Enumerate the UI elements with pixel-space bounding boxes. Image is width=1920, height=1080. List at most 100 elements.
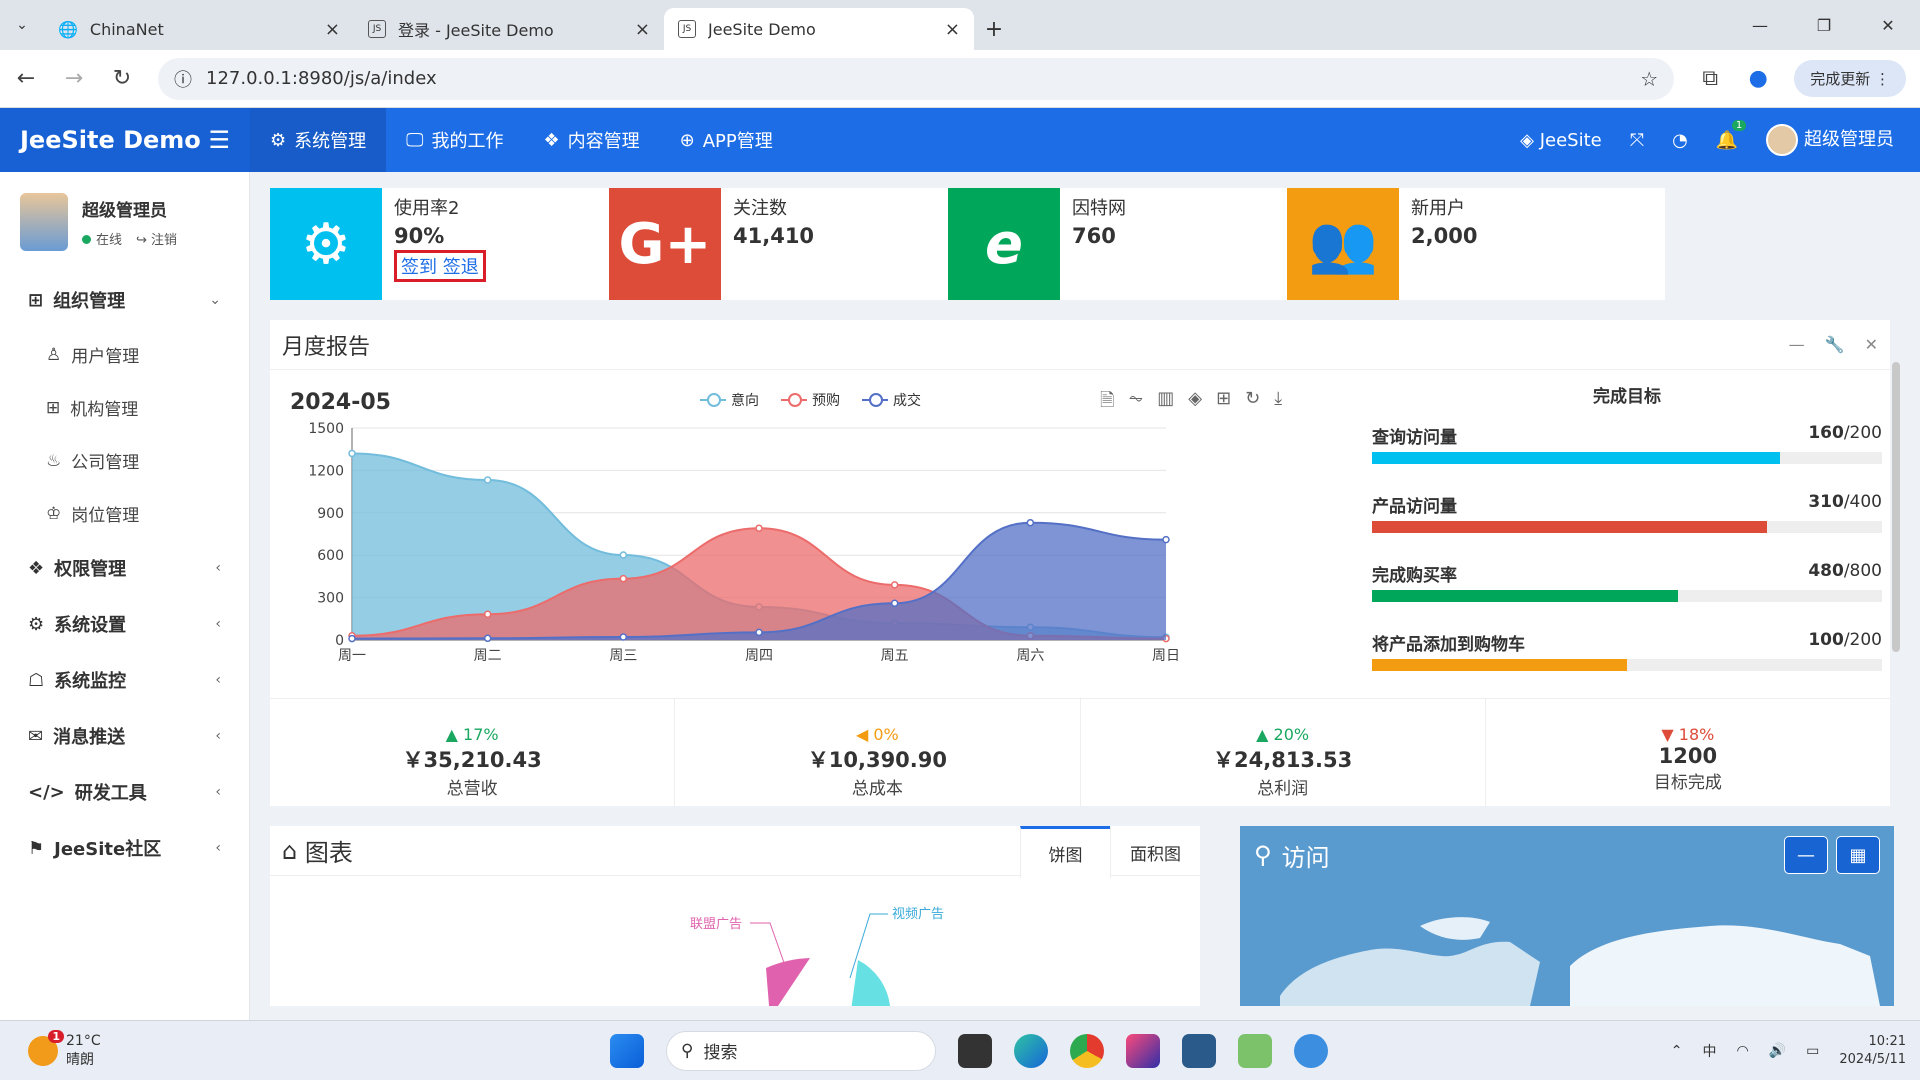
sidebar-group-settings[interactable]: ⚙ 系统设置 ‹: [0, 596, 249, 652]
forward-icon[interactable]: →: [62, 66, 86, 91]
collapse-button[interactable]: —: [1784, 836, 1828, 874]
browser-tab-jeesite[interactable]: JS JeeSite Demo ×: [664, 8, 974, 50]
fire-icon: ♨: [46, 450, 62, 471]
cubes-icon: ❖: [543, 129, 560, 151]
close-tab-icon[interactable]: ×: [325, 19, 340, 40]
tab-pie[interactable]: 饼图: [1020, 826, 1110, 878]
ime-indicator[interactable]: 中: [1702, 1041, 1716, 1061]
x-tick-label: 周一: [338, 648, 366, 664]
site-info-icon[interactable]: ⓘ: [174, 66, 192, 92]
download-icon[interactable]: ⤓: [1274, 388, 1282, 418]
sidebar-group-org[interactable]: ⊞ 组织管理 ⌄: [0, 272, 249, 328]
dashboard-icon[interactable]: ◔: [1672, 130, 1688, 151]
new-tab-button[interactable]: +: [974, 8, 1014, 50]
jeesite-link[interactable]: ◈ JeeSite: [1520, 130, 1602, 151]
start-icon[interactable]: [610, 1033, 644, 1068]
data-point: [890, 581, 899, 589]
sidebar-group-dev[interactable]: </> 研发工具 ‹: [0, 764, 249, 820]
sign-links: 签到 签退: [394, 250, 486, 282]
collapse-icon[interactable]: —: [1789, 335, 1805, 354]
close-tab-icon[interactable]: ×: [635, 19, 650, 40]
legend-item[interactable]: 预购: [781, 390, 840, 410]
sidebar-item-offices[interactable]: ⊞ 机构管理: [0, 381, 249, 434]
internet-explorer-icon: e: [948, 188, 1060, 300]
menu-toggle-icon[interactable]: ☰: [208, 126, 230, 154]
tab-search-chevron-icon[interactable]: ⌄: [0, 0, 44, 50]
user-menu[interactable]: 超级管理员: [1766, 124, 1894, 156]
nav-app[interactable]: ⊕ APP管理: [660, 108, 793, 172]
fullscreen-icon[interactable]: ⤧: [1630, 130, 1644, 151]
bookmark-star-icon[interactable]: ☆: [1640, 67, 1658, 91]
reload-icon[interactable]: ↻: [110, 66, 134, 91]
back-icon[interactable]: ←: [14, 66, 38, 91]
close-icon[interactable]: ✕: [1865, 335, 1878, 354]
chevron-left-icon: ‹: [215, 784, 221, 800]
notification-bell-icon[interactable]: 🔔 1: [1716, 119, 1747, 151]
url-field[interactable]: ⓘ 127.0.0.1:8980/js/a/index ☆: [158, 57, 1675, 100]
restore-icon[interactable]: ↻: [1245, 388, 1260, 418]
scrollbar[interactable]: [1892, 362, 1900, 652]
chrome-icon[interactable]: [1070, 1033, 1104, 1068]
browser-tab-login[interactable]: JS 登录 - JeeSite Demo ×: [354, 8, 664, 50]
data-point: [483, 634, 492, 643]
close-tab-icon[interactable]: ×: [945, 19, 960, 40]
intellij-icon[interactable]: [1126, 1033, 1160, 1068]
app-icon[interactable]: [1182, 1033, 1216, 1068]
logout-link[interactable]: ↪ 注销: [136, 229, 177, 248]
legend-item[interactable]: 意向: [700, 390, 759, 410]
nav-system[interactable]: ⚙ 系统管理: [250, 108, 387, 172]
weather-widget[interactable]: 1 21°C 晴朗: [0, 1029, 101, 1069]
sign-out-link[interactable]: 签退: [443, 257, 479, 278]
extensions-icon[interactable]: ⧉: [1698, 66, 1722, 91]
sidebar-group-community[interactable]: ⚑ JeeSite社区 ‹: [0, 820, 249, 876]
legend-item[interactable]: 成交: [862, 390, 921, 410]
goal-progress-bar: [1372, 659, 1882, 671]
online-status: 在线: [82, 229, 122, 248]
area-chart: 0 300 600 900 1200 1500 周一 周二 周三 周四 周五 周六 周日: [310, 422, 1180, 664]
sidebar-item-companies[interactable]: ♨ 公司管理: [0, 434, 249, 487]
tab-area[interactable]: 面积图: [1110, 826, 1200, 878]
nav-my-work[interactable]: 🖵 我的工作: [386, 108, 523, 172]
bar-chart-icon[interactable]: ▥: [1157, 388, 1174, 418]
sidebar-item-posts[interactable]: ♔ 岗位管理: [0, 487, 249, 540]
update-button[interactable]: 完成更新 ⋮: [1794, 60, 1906, 97]
goal-progress-bar: [1372, 521, 1882, 533]
line-chart-icon[interactable]: ⏦: [1128, 388, 1143, 418]
volume-icon[interactable]: 🔊: [1769, 1043, 1786, 1059]
goal-item: 查询访问量 160/200: [1372, 423, 1882, 464]
browser-tab-chinanet[interactable]: 🌐 ChinaNet ×: [44, 8, 354, 50]
profile-icon[interactable]: ●: [1746, 66, 1770, 91]
calendar-button[interactable]: ▦: [1836, 836, 1880, 874]
sign-in-link[interactable]: 签到: [401, 257, 437, 278]
battery-icon[interactable]: ▭: [1806, 1043, 1819, 1059]
chevron-left-icon: ‹: [215, 840, 221, 856]
sidebar-group-monitor[interactable]: ☖ 系统监控 ‹: [0, 652, 249, 708]
network-app-icon[interactable]: [1294, 1033, 1328, 1068]
sidebar-item-users[interactable]: ♙ 用户管理: [0, 328, 249, 381]
info-card-new-users: 👥 新用户 2,000: [1287, 188, 1665, 300]
task-view-icon[interactable]: [958, 1033, 992, 1068]
edge-icon[interactable]: [1014, 1033, 1048, 1068]
data-point: [890, 599, 899, 608]
minimize-icon[interactable]: —: [1728, 0, 1792, 50]
gear-icon: ⚙: [270, 129, 287, 151]
data-view-icon[interactable]: 🗎: [1100, 388, 1114, 418]
nav-content[interactable]: ❖ 内容管理: [524, 108, 660, 172]
clock[interactable]: 10:21 2024/5/11: [1839, 1033, 1906, 1069]
restore-icon[interactable]: ❐: [1792, 0, 1856, 50]
notepad-icon[interactable]: [1238, 1033, 1272, 1068]
stat-item: ▲ 20% ￥24,813.53 总利润: [1081, 699, 1486, 806]
close-window-icon[interactable]: ✕: [1856, 0, 1920, 50]
goal-progress-fill: [1372, 590, 1678, 602]
taskbar-search[interactable]: ⚲ 搜索: [666, 1030, 936, 1071]
tiled-icon[interactable]: ⊞: [1216, 388, 1231, 418]
brand[interactable]: JeeSite Demo ☰: [0, 108, 250, 172]
sidebar-group-message[interactable]: ✉ 消息推送 ‹: [0, 708, 249, 764]
wifi-icon[interactable]: ◠: [1736, 1043, 1748, 1059]
wrench-icon[interactable]: 🔧: [1825, 335, 1845, 354]
stack-icon[interactable]: ◈: [1188, 388, 1202, 418]
goal-progress-bar: [1372, 590, 1882, 602]
sidebar-group-permission[interactable]: ❖ 权限管理 ‹: [0, 540, 249, 596]
chevron-up-icon[interactable]: ⌃: [1671, 1043, 1683, 1059]
goal-progress-fill: [1372, 659, 1627, 671]
